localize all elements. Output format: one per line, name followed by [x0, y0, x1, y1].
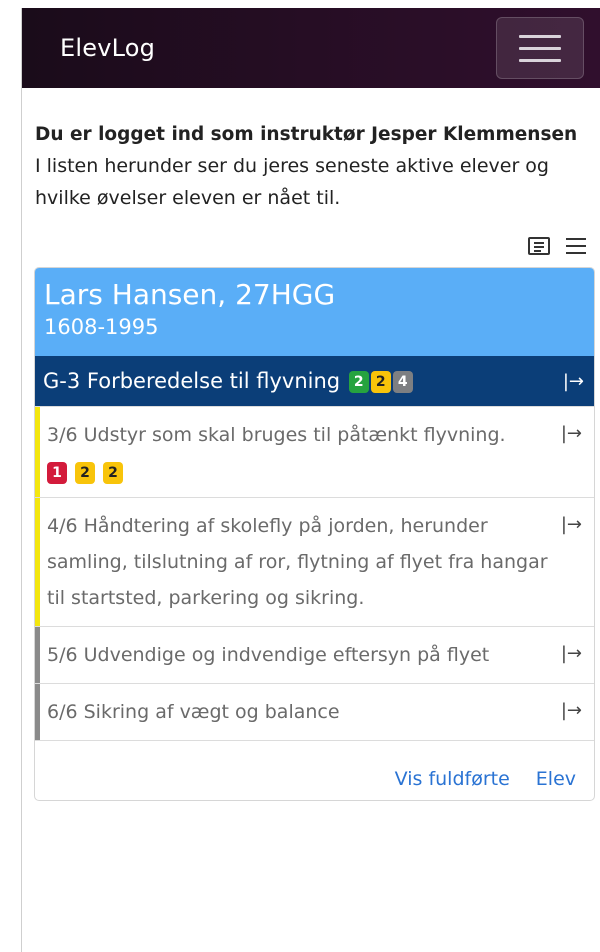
student-name: Lars Hansen, 27HGG — [44, 278, 336, 311]
student-id: 1608-1995 — [44, 315, 159, 339]
hamburger-menu-button[interactable] — [496, 17, 584, 79]
intro-section: Du er logget ind som instruktør Jesper K… — [22, 88, 600, 214]
exercise-item[interactable]: 6/6 Sikring af vægt og balance |→ — [35, 683, 594, 740]
status-badge: 2 — [370, 371, 391, 393]
student-link[interactable]: Elev — [536, 768, 576, 790]
show-completed-link[interactable]: Vis fuldførte — [395, 768, 510, 790]
view-toggle — [22, 214, 600, 258]
status-badge: 2 — [348, 371, 369, 393]
exercise-badges: 122 — [47, 455, 552, 487]
lesson-group-label: G-3 Forberedelse til flyvning 224 — [43, 369, 413, 393]
hamburger-bar — [519, 58, 561, 62]
list-view-icon[interactable] — [528, 237, 550, 255]
app-brand[interactable]: ElevLog — [60, 34, 155, 62]
open-arrow-icon[interactable]: |→ — [563, 371, 584, 392]
exercise-title: 5/6 Udvendige og indvendige eftersyn på … — [47, 644, 490, 666]
lesson-group-title: G-3 Forberedelse til flyvning — [43, 369, 341, 393]
exercise-item[interactable]: 4/6 Håndtering af skolefly på jorden, he… — [35, 497, 594, 626]
open-arrow-icon[interactable]: |→ — [561, 417, 582, 487]
card-footer: Vis fuldførte Elev — [35, 740, 594, 800]
menu-icon[interactable] — [566, 237, 586, 255]
app-frame: ElevLog Du er logget ind som instruktør … — [21, 8, 600, 952]
intro-description: I listen herunder ser du jeres seneste a… — [35, 155, 549, 209]
exercise-title: 3/6 Udstyr som skal bruges til påtænkt f… — [47, 424, 506, 446]
exercise-title: 6/6 Sikring af vægt og balance — [47, 701, 340, 723]
open-arrow-icon[interactable]: |→ — [561, 694, 582, 730]
navbar: ElevLog — [22, 8, 600, 88]
exercise-title: 4/6 Håndtering af skolefly på jorden, he… — [47, 515, 548, 609]
status-badge: 2 — [75, 462, 95, 484]
open-arrow-icon[interactable]: |→ — [561, 637, 582, 673]
lesson-group-row[interactable]: G-3 Forberedelse til flyvning 224 |→ — [35, 356, 594, 406]
exercise-item[interactable]: 3/6 Udstyr som skal bruges til påtænkt f… — [35, 406, 594, 497]
open-arrow-icon[interactable]: |→ — [561, 508, 582, 616]
hamburger-bar — [519, 34, 561, 38]
student-header[interactable]: Lars Hansen, 27HGG 1608-1995 — [35, 268, 594, 356]
status-badge: 1 — [47, 462, 67, 484]
exercise-item[interactable]: 5/6 Udvendige og indvendige eftersyn på … — [35, 626, 594, 683]
student-card: Lars Hansen, 27HGG 1608-1995 G-3 Forbere… — [34, 267, 595, 801]
status-badge: 2 — [103, 462, 123, 484]
hamburger-bar — [519, 46, 561, 50]
status-badge: 4 — [392, 371, 413, 393]
logged-in-instructor: Du er logget ind som instruktør Jesper K… — [35, 124, 578, 145]
